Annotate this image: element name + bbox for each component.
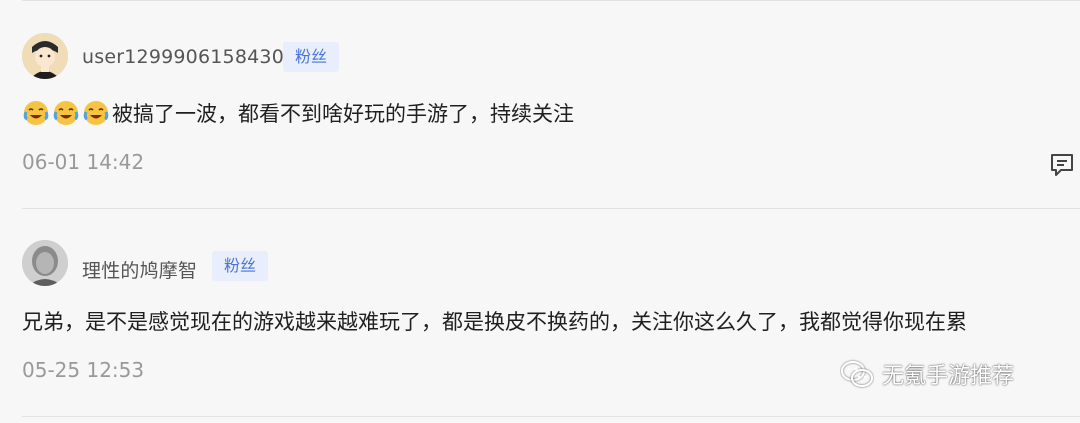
- comment-item: user1299906158430 粉丝 被搞了一波，都看不到啥好玩的手游了，持…: [0, 0, 1080, 208]
- watermark: 无氪手游推荐: [840, 358, 1014, 390]
- wechat-icon: [841, 361, 873, 387]
- laughing-crying-emoji-icon: [23, 101, 49, 125]
- comment-icon[interactable]: [1048, 151, 1076, 179]
- avatar[interactable]: [22, 33, 68, 79]
- username[interactable]: user1299906158430: [82, 46, 284, 68]
- watermark-text: 无氪手游推荐: [882, 364, 1015, 389]
- avatar[interactable]: [22, 240, 68, 286]
- fan-badge: 粉丝: [212, 251, 269, 281]
- comment-item: 理性的鸠摩智 粉丝 兄弟，是不是感觉现在的游戏越来越难玩了，都是换皮不换药的，关…: [0, 210, 1080, 423]
- avatar-image: [22, 240, 68, 286]
- laughing-crying-emoji-icon: [83, 101, 109, 125]
- username[interactable]: 理性的鸠摩智: [82, 256, 197, 283]
- comment-timestamp: 05-25 12:53: [22, 358, 145, 382]
- comment-timestamp: 06-01 14:42: [22, 150, 145, 174]
- laughing-crying-emoji-icon: [53, 101, 79, 125]
- avatar-image: [22, 33, 68, 79]
- fan-badge: 粉丝: [283, 42, 340, 72]
- comment-text: 被搞了一波，都看不到啥好玩的手游了，持续关注: [22, 98, 574, 128]
- comment-divider: [22, 208, 1080, 209]
- bottom-divider: [22, 416, 1080, 417]
- comment-text: 兄弟，是不是感觉现在的游戏越来越难玩了，都是换皮不换药的，关注你这么久了，我都觉…: [22, 310, 967, 334]
- comment-body: 被搞了一波，都看不到啥好玩的手游了，持续关注: [112, 102, 574, 126]
